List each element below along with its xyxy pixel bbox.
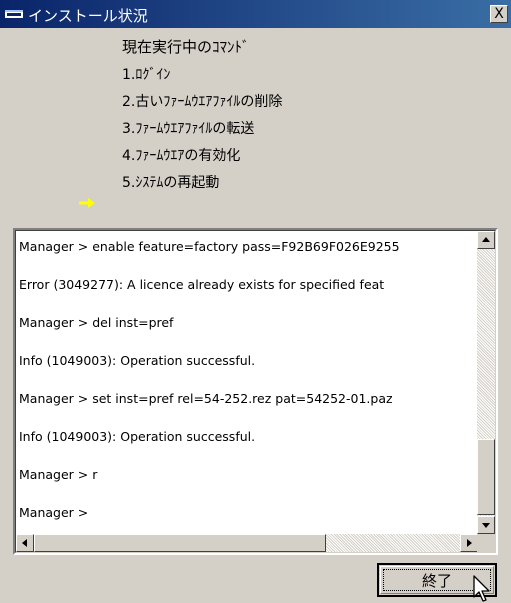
log-line: Manager > set inst=pref rel=54-252.rez p… — [19, 391, 393, 406]
scroll-down-button[interactable] — [477, 516, 495, 534]
scroll-right-button[interactable] — [460, 534, 478, 552]
step-delete-old-firmware: 2.古いﾌｧｰﾑｳｴｱﾌｧｲﾙの削除 — [122, 94, 283, 110]
log-line: Manager > del inst=pref — [19, 315, 174, 330]
log-line: Manager > enable feature=factory pass=F9… — [19, 239, 400, 254]
console-output[interactable]: Manager > enable feature=factory pass=F9… — [13, 228, 498, 555]
step-restart-system: 5.ｼｽﾃﾑの再起動 — [122, 175, 220, 191]
log-line: Info (1049003): Operation successful. — [19, 429, 256, 444]
log-line: Manager > — [19, 505, 89, 520]
step-enable-firmware: 4.ﾌｧｰﾑｳｴｱの有効化 — [122, 148, 241, 164]
window-app-icon — [5, 10, 23, 18]
scroll-left-icon — [22, 539, 27, 547]
scrollbar-corner — [477, 534, 495, 552]
scroll-down-icon — [482, 523, 490, 528]
close-button[interactable]: X — [490, 5, 508, 23]
close-icon: X — [494, 6, 504, 22]
current-command-heading: 現在実行中のｺﾏﾝﾄﾞ — [122, 38, 250, 56]
vertical-scrollbar[interactable] — [477, 231, 495, 534]
console-log[interactable]: Manager > enable feature=factory pass=F9… — [16, 231, 478, 534]
horizontal-scroll-thumb[interactable] — [34, 534, 326, 552]
horizontal-scrollbar[interactable] — [16, 534, 478, 552]
command-step-list: 1.ﾛｸﾞｲﾝ 2.古いﾌｧｰﾑｳｴｱﾌｧｲﾙの削除 3.ﾌｧｰﾑｳｴｱﾌｧｲﾙ… — [122, 62, 282, 197]
scroll-up-button[interactable] — [477, 231, 495, 249]
log-line: Manager > r — [19, 467, 98, 482]
step-login: 1.ﾛｸﾞｲﾝ — [122, 67, 171, 83]
current-step-arrow-icon — [79, 198, 95, 208]
step-transfer-firmware: 3.ﾌｧｰﾑｳｴｱﾌｧｲﾙの転送 — [122, 121, 255, 137]
log-line: Error (3049277): A licence already exist… — [19, 277, 385, 292]
title-bar[interactable]: インストール状況 X — [0, 0, 511, 28]
window-title: インストール状況 — [28, 7, 148, 25]
log-line: Info (1049003): Operation successful. — [19, 353, 256, 368]
scroll-left-button[interactable] — [16, 534, 34, 552]
mouse-pointer-icon — [473, 575, 490, 602]
scroll-right-icon — [467, 539, 472, 547]
vertical-scroll-thumb[interactable] — [477, 439, 495, 515]
scroll-up-icon — [482, 237, 490, 242]
install-status-window: インストール状況 X 現在実行中のｺﾏﾝﾄﾞ 1.ﾛｸﾞｲﾝ 2.古いﾌｧｰﾑｳ… — [0, 0, 511, 603]
